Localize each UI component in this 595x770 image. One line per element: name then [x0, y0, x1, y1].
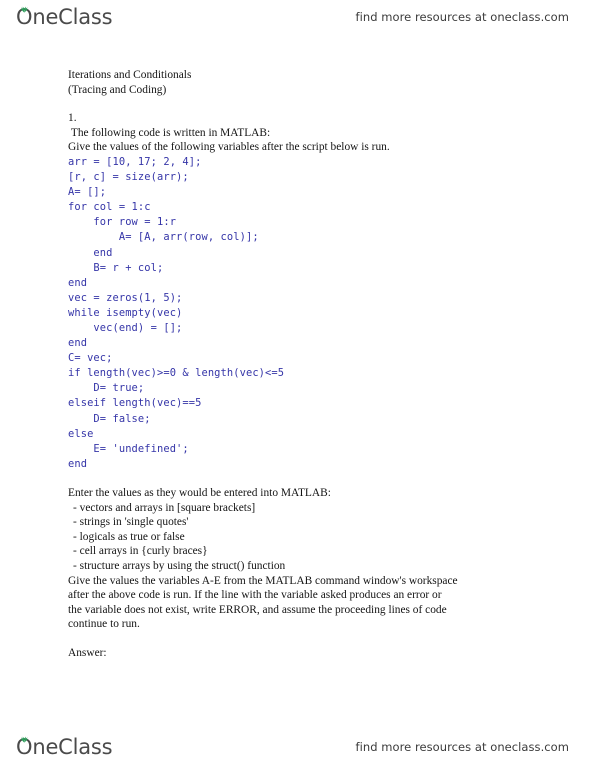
intro-line-2: Give the values of the following variabl… — [68, 141, 390, 154]
list-item: - strings in 'single quotes' — [73, 516, 189, 529]
leaf-icon — [20, 6, 29, 13]
list-item: - cell arrays in {curly braces} — [73, 545, 208, 558]
logo-mark: OneClass — [16, 4, 113, 29]
page-header: OneClass find more resources at oneclass… — [0, 0, 595, 34]
answer-label: Answer: — [68, 646, 107, 659]
oneclass-logo-footer: OneClass — [16, 734, 113, 759]
document-content: Iterations and Conditionals (Tracing and… — [68, 68, 538, 660]
instructions-heading: Enter the values as they would be entere… — [68, 486, 331, 499]
header-tagline: find more resources at oneclass.com — [355, 10, 569, 24]
list-item: - logicals as true or false — [73, 530, 185, 543]
doc-title-line-1: Iterations and Conditionals — [68, 69, 192, 81]
footer-tagline: find more resources at oneclass.com — [355, 740, 569, 754]
logo-mark: OneClass — [16, 734, 113, 759]
doc-title-line-2: (Tracing and Coding) — [68, 83, 167, 96]
question-number: 1. — [68, 112, 77, 125]
instructions-bullet-list: - vectors and arrays in [square brackets… — [68, 501, 538, 574]
brand-name: OneClass — [16, 734, 113, 759]
brand-name: OneClass — [16, 4, 113, 29]
list-item: - vectors and arrays in [square brackets… — [73, 501, 256, 514]
leaf-icon — [20, 736, 29, 743]
document-page: Iterations and Conditionals (Tracing and… — [0, 34, 595, 730]
intro-line-1: The following code is written in MATLAB: — [68, 126, 271, 139]
page-footer: OneClass find more resources at oneclass… — [0, 730, 595, 764]
oneclass-logo-header: OneClass — [16, 4, 113, 29]
list-item: - structure arrays by using the struct()… — [73, 559, 286, 572]
closing-paragraph: Give the values the variables A-E from t… — [68, 574, 458, 631]
matlab-code-block: arr = [10, 17; 2, 4]; [r, c] = size(arr)… — [68, 155, 285, 470]
